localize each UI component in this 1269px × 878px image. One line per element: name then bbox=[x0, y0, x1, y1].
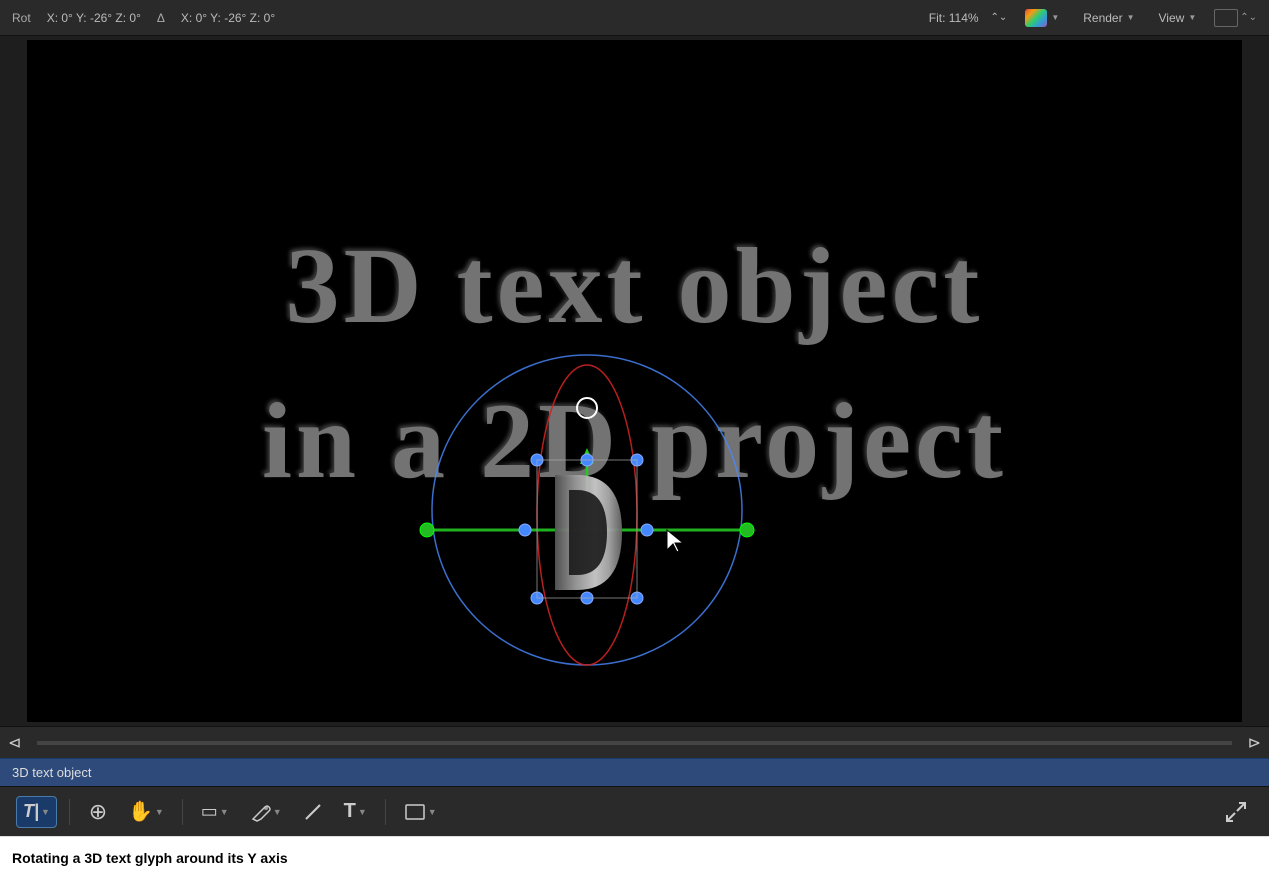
text-tool2-icon: T bbox=[344, 800, 356, 823]
text-tool2-button[interactable]: T ▼ bbox=[338, 796, 373, 828]
hand-tool-arrow[interactable]: ▼ bbox=[155, 807, 164, 817]
mask-tool-arrow[interactable]: ▼ bbox=[428, 807, 437, 817]
transform-icon: ⊕ bbox=[89, 799, 107, 825]
toolbar-left-group: T| ▼ ⊕ ✋ ▼ ▭ ▼ bbox=[16, 795, 443, 829]
delta-xyz: X: 0° Y: -26° Z: 0° bbox=[181, 11, 275, 25]
top-bar-right: Fit: 114% ⌃⌄ ▼ Render ▼ View ▼ ⌃⌄ bbox=[929, 7, 1257, 29]
view-toggle-box[interactable] bbox=[1214, 9, 1238, 27]
color-swatch bbox=[1025, 9, 1047, 27]
hand-tool-button[interactable]: ✋ ▼ bbox=[122, 795, 170, 828]
view-button[interactable]: View ▼ bbox=[1153, 9, 1203, 27]
gizmo-svg bbox=[407, 320, 767, 700]
shape-tool-arrow[interactable]: ▼ bbox=[220, 807, 229, 817]
clip-label-bar: 3D text object bbox=[0, 758, 1269, 786]
text-tool-button[interactable]: T| ▼ bbox=[16, 796, 57, 828]
fit-chevron[interactable]: ⌃⌄ bbox=[991, 12, 1008, 23]
expand-icon bbox=[1225, 801, 1247, 823]
shape-icon: ▭ bbox=[201, 801, 218, 822]
canvas-wrapper: 3D text object in a 2D project bbox=[0, 36, 1269, 726]
caption: Rotating a 3D text glyph around its Y ax… bbox=[0, 836, 1269, 878]
hand-icon: ✋ bbox=[128, 799, 153, 824]
transform-tool-button[interactable]: ⊕ bbox=[82, 795, 114, 829]
divider-1 bbox=[69, 799, 70, 825]
mask-icon bbox=[404, 803, 426, 821]
render-dropdown-arrow: ▼ bbox=[1127, 13, 1135, 22]
divider-2 bbox=[182, 799, 183, 825]
color-dropdown-arrow: ▼ bbox=[1051, 13, 1059, 22]
clip-label: 3D text object bbox=[12, 765, 92, 780]
top-bar: Rot X: 0° Y: -26° Z: 0° Δ X: 0° Y: -26° … bbox=[0, 0, 1269, 36]
canvas-inner[interactable]: 3D text object in a 2D project bbox=[27, 40, 1242, 722]
text-tool-arrow[interactable]: ▼ bbox=[41, 807, 50, 817]
timeline-bar: ⊲ ⊳ bbox=[0, 726, 1269, 758]
pen-icon bbox=[249, 801, 271, 823]
pen-tool-arrow[interactable]: ▼ bbox=[273, 807, 282, 817]
bottom-toolbar: T| ▼ ⊕ ✋ ▼ ▭ ▼ bbox=[0, 786, 1269, 836]
divider-3 bbox=[385, 799, 386, 825]
color-swatch-button[interactable]: ▼ bbox=[1019, 7, 1065, 29]
timeline-right-marker: ⊳ bbox=[1248, 733, 1261, 753]
fit-label: Fit: 114% bbox=[929, 11, 979, 25]
pen-tool-button[interactable]: ▼ bbox=[243, 796, 288, 828]
pencil-icon bbox=[302, 801, 324, 823]
delta-label: Δ bbox=[157, 11, 165, 25]
canvas-text-line2: in a 2D project bbox=[27, 380, 1242, 504]
text-tool2-arrow[interactable]: ▼ bbox=[358, 807, 367, 817]
expand-button[interactable] bbox=[1219, 796, 1253, 828]
top-bar-left: Rot X: 0° Y: -26° Z: 0° Δ X: 0° Y: -26° … bbox=[12, 11, 275, 25]
render-button[interactable]: Render ▼ bbox=[1077, 9, 1140, 27]
view-toggle-group[interactable]: ⌃⌄ bbox=[1214, 9, 1257, 27]
view-dropdown-arrow: ▼ bbox=[1188, 13, 1196, 22]
timeline-left-marker: ⊲ bbox=[8, 733, 21, 753]
canvas-text-line1: 3D text object bbox=[27, 225, 1242, 349]
rot-label: Rot bbox=[12, 11, 31, 25]
view-toggle-arrows[interactable]: ⌃⌄ bbox=[1240, 12, 1257, 23]
rot-xyz: X: 0° Y: -26° Z: 0° bbox=[47, 11, 141, 25]
pencil-tool-button[interactable] bbox=[296, 796, 330, 828]
caption-text: Rotating a 3D text glyph around its Y ax… bbox=[12, 850, 288, 866]
shape-tool-button[interactable]: ▭ ▼ bbox=[195, 796, 235, 828]
text-tool-icon: T| bbox=[23, 801, 39, 822]
mask-tool-button[interactable]: ▼ bbox=[398, 796, 443, 828]
cursor bbox=[665, 528, 685, 554]
timeline-track[interactable] bbox=[37, 741, 1231, 745]
